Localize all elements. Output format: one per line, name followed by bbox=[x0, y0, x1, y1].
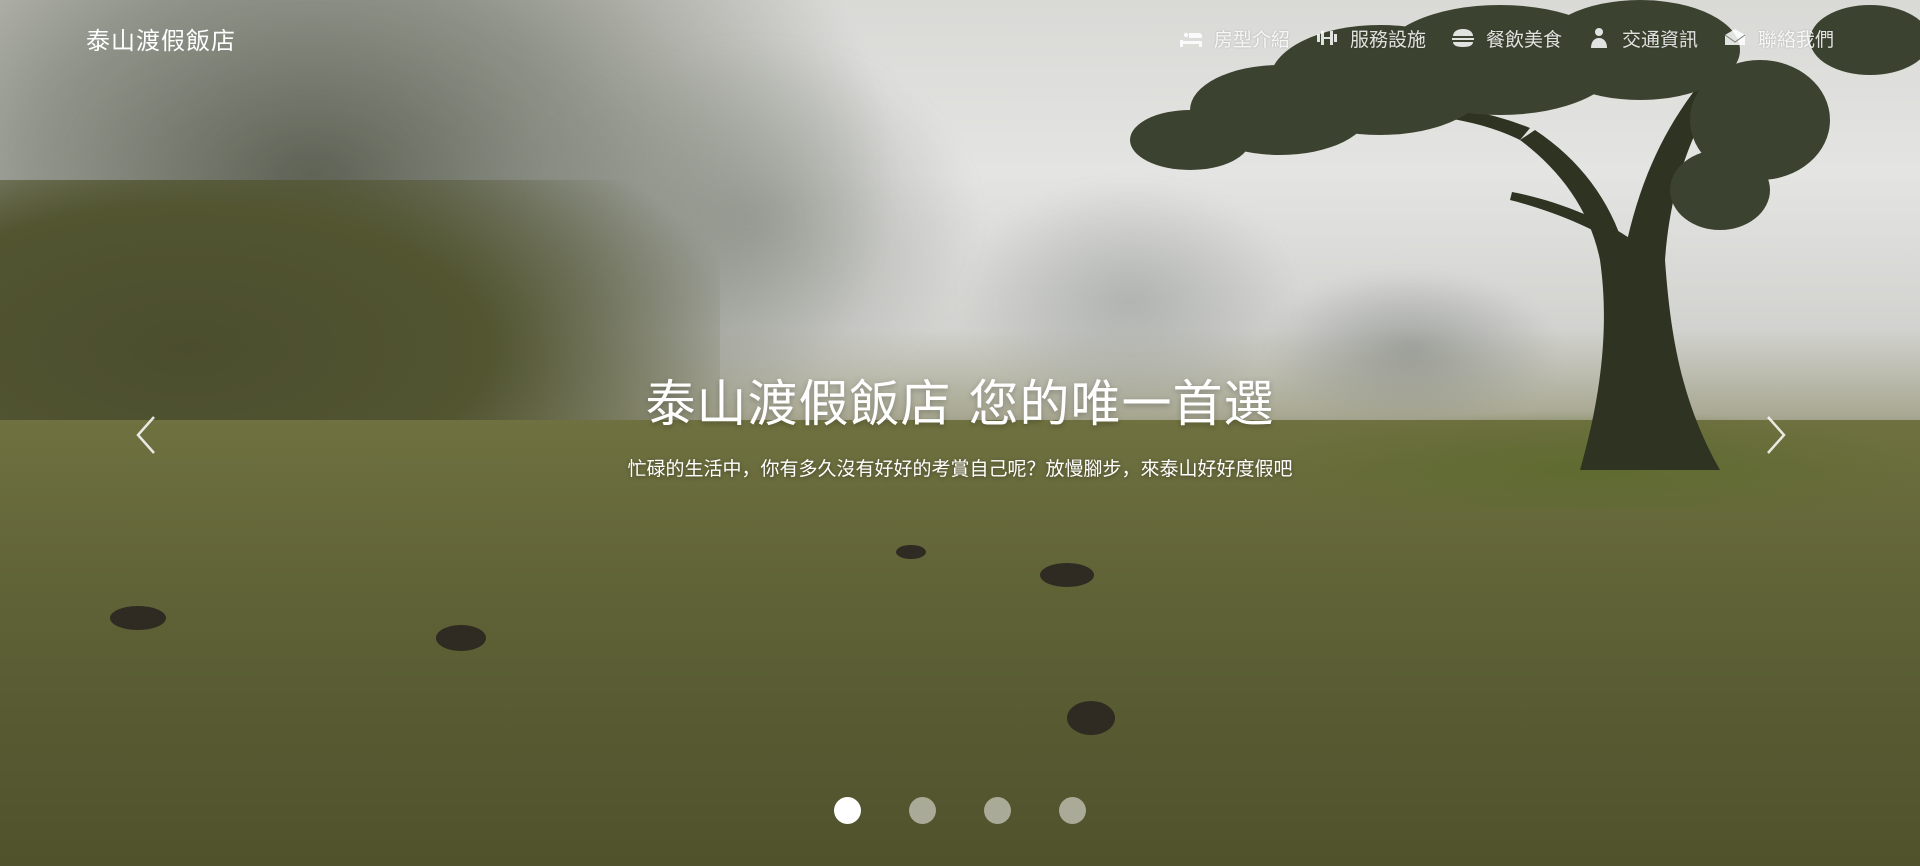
dumbbell-icon bbox=[1316, 31, 1337, 45]
carousel-indicator-1[interactable] bbox=[834, 797, 861, 824]
nav-item-label: 交通資訊 bbox=[1621, 28, 1698, 51]
carousel-next-button[interactable] bbox=[1757, 405, 1797, 465]
nav-item-label: 房型介紹 bbox=[1213, 28, 1290, 51]
carousel-caption: 泰山渡假飯店 您的唯一首選 忙碌的生活中，你有多久沒有好好的考賞自己呢？放慢腳步… bbox=[0, 364, 1920, 481]
chat-icon bbox=[1724, 29, 1746, 45]
nav-item-facilities[interactable]: 服務設施 bbox=[1314, 25, 1426, 52]
carousel-indicator-3[interactable] bbox=[984, 797, 1011, 824]
nav-item-label: 聯絡我們 bbox=[1757, 28, 1834, 51]
burger-icon bbox=[1451, 29, 1474, 47]
background-rock bbox=[896, 545, 926, 559]
background-rock bbox=[1067, 701, 1115, 735]
nav-item-rooms[interactable]: 房型介紹 bbox=[1178, 25, 1290, 52]
carousel-title: 泰山渡假飯店 您的唯一首選 bbox=[645, 375, 1275, 433]
hero-carousel: 泰山渡假飯店 房型介紹 服務設施 餐飲美食 交通資訊 聯絡我們 泰山渡假飯店 您… bbox=[0, 0, 1920, 866]
carousel-prev-button[interactable] bbox=[125, 405, 165, 465]
brand-logo[interactable]: 泰山渡假飯店 bbox=[86, 21, 236, 56]
navbar: 泰山渡假飯店 房型介紹 服務設施 餐飲美食 交通資訊 聯絡我們 bbox=[0, 0, 1920, 76]
carousel-indicator-2[interactable] bbox=[909, 797, 936, 824]
nav-item-label: 餐飲美食 bbox=[1485, 28, 1562, 51]
chevron-left-icon bbox=[136, 416, 155, 454]
nav-menu: 房型介紹 服務設施 餐飲美食 交通資訊 聯絡我們 bbox=[1178, 25, 1834, 52]
nav-item-contact[interactable]: 聯絡我們 bbox=[1722, 25, 1834, 52]
nav-item-transport[interactable]: 交通資訊 bbox=[1586, 25, 1698, 52]
nav-item-label: 服務設施 bbox=[1349, 28, 1426, 51]
background-rock bbox=[436, 625, 486, 651]
background-rock bbox=[110, 606, 166, 630]
chevron-right-icon bbox=[1767, 416, 1786, 454]
carousel-indicator-4[interactable] bbox=[1059, 797, 1086, 824]
background-rock bbox=[1040, 563, 1094, 587]
nav-item-dining[interactable]: 餐飲美食 bbox=[1450, 25, 1562, 52]
person-icon bbox=[1590, 28, 1607, 48]
carousel-indicators bbox=[0, 797, 1920, 824]
carousel-subtitle: 忙碌的生活中，你有多久沒有好好的考賞自己呢？放慢腳步，來泰山好好度假吧 bbox=[627, 458, 1293, 480]
bed-icon bbox=[1179, 31, 1202, 47]
